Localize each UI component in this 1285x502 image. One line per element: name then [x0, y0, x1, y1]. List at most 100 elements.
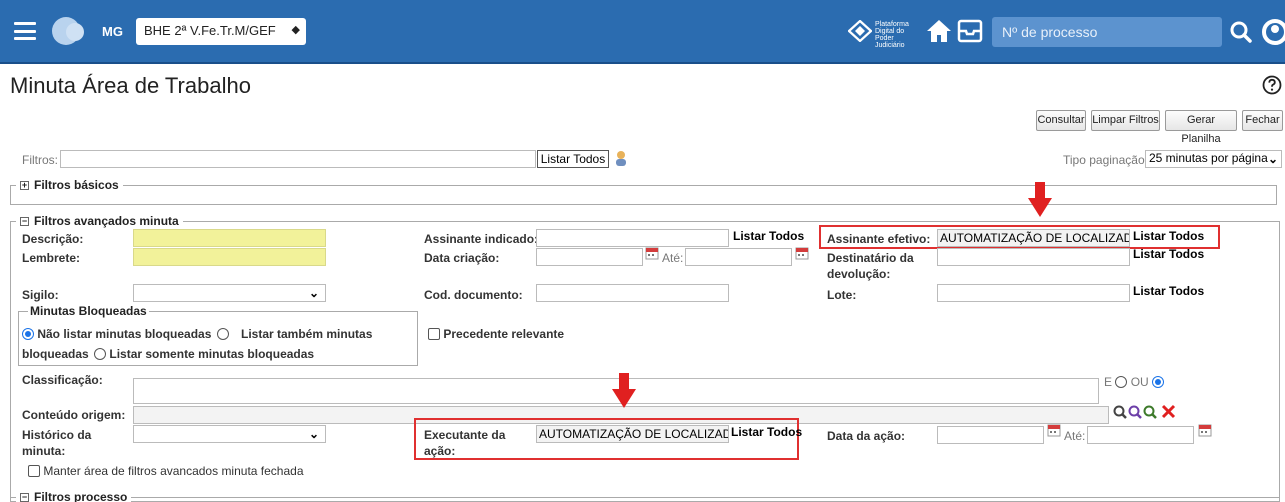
filtros-processo-legend[interactable]: − Filtros processo: [16, 490, 132, 502]
classificacao-label: Classificação:: [22, 373, 103, 387]
user-icon[interactable]: [1260, 17, 1285, 47]
chevron-down-icon: ⌄: [1267, 152, 1278, 166]
classificacao-operator: E OU: [1104, 375, 1165, 389]
radio-listar-tambem-label-2: bloqueadas: [22, 347, 89, 361]
logo-line-3: Poder Judiciário: [875, 35, 905, 49]
uf-label: MG: [102, 24, 123, 39]
search-icon[interactable]: [1226, 17, 1256, 47]
radio-listar-somente[interactable]: [94, 348, 107, 360]
limpar-filtros-button[interactable]: Limpar Filtros: [1091, 110, 1160, 131]
filtros-basicos-label: Filtros básicos: [34, 178, 119, 192]
menu-icon[interactable]: [14, 22, 36, 40]
search-plus-icon: [1143, 405, 1157, 419]
conteudo-origem-actions: [1113, 404, 1176, 419]
filtros-processo-label: Filtros processo: [34, 490, 128, 502]
lote-listar-todos[interactable]: Listar Todos: [1133, 284, 1204, 298]
chevron-down-icon: ⌄: [308, 427, 319, 441]
assinante-indicado-listar-todos[interactable]: Listar Todos: [733, 229, 804, 243]
data-criacao-inicio-input[interactable]: [536, 248, 643, 266]
collapse-icon: −: [20, 492, 29, 502]
radio-listar-somente-label: Listar somente minutas bloqueadas: [109, 347, 315, 361]
inbox-icon[interactable]: [957, 18, 983, 44]
cod-documento-input[interactable]: [536, 284, 729, 302]
radio-operator-e[interactable]: [1115, 376, 1128, 388]
data-criacao-ate-label: Até:: [662, 251, 684, 265]
sigilo-label: Sigilo:: [22, 288, 59, 302]
filtros-input[interactable]: [60, 150, 536, 168]
avatar-icon[interactable]: [52, 17, 84, 45]
filtros-basicos-legend[interactable]: + Filtros básicos: [16, 178, 123, 192]
manter-row: Manter área de filtros avancados minuta …: [28, 464, 304, 478]
search-icon: [1113, 405, 1127, 419]
filtros-listar-todos-button[interactable]: Listar Todos: [537, 150, 609, 168]
historico-label: Histórico da minuta:: [22, 428, 92, 458]
operator-ou-label: OU: [1130, 375, 1149, 389]
filtros-avancados-label: Filtros avançados minuta: [34, 214, 179, 228]
radio-operator-ou[interactable]: [1152, 376, 1165, 388]
calendar-icon[interactable]: [795, 246, 809, 260]
radio-row-2: bloqueadas Listar somente minutas bloque…: [22, 346, 314, 362]
assinante-efetivo-label: Assinante efetivo:: [827, 232, 931, 246]
pdpj-logo-icon: [848, 20, 872, 42]
manter-label: Manter área de filtros avancados minuta …: [43, 464, 304, 478]
calendar-icon[interactable]: [1047, 423, 1061, 437]
process-search-input[interactable]: Nº de processo: [992, 17, 1222, 47]
home-icon[interactable]: [926, 18, 952, 44]
destinatario-listar-todos[interactable]: Listar Todos: [1133, 247, 1204, 261]
assinante-efetivo-input[interactable]: AUTOMATIZAÇÃO DE LOCALIZADC: [937, 229, 1130, 247]
executante-listar-todos[interactable]: Listar Todos: [731, 425, 802, 439]
destinatario-label: Destinatário da devolução:: [827, 251, 914, 281]
person-search-icon[interactable]: [614, 150, 628, 167]
red-arrow-down-icon: [612, 373, 636, 408]
executante-input[interactable]: AUTOMATIZAÇÃO DE LOCALIZADC: [536, 425, 729, 443]
data-acao-inicio-input[interactable]: [937, 426, 1044, 444]
minutas-bloqueadas-legend: Minutas Bloqueadas: [28, 304, 149, 318]
operator-e-label: E: [1104, 375, 1113, 389]
lote-input[interactable]: [937, 284, 1130, 302]
sigilo-select[interactable]: ⌄: [133, 284, 326, 302]
logo-line-1: Plataforma: [875, 21, 909, 28]
radio-nao-listar[interactable]: [22, 328, 34, 340]
consultar-button[interactable]: Consultar: [1036, 110, 1086, 131]
radio-listar-tambem[interactable]: [216, 328, 229, 340]
manter-checkbox[interactable]: [28, 465, 40, 477]
historico-select[interactable]: ⌄: [133, 425, 326, 443]
top-navigation-bar: MG BHE 2ª V.Fe.Tr.M/GEF ◆ Plataforma Dig…: [0, 0, 1285, 64]
precedente-checkbox[interactable]: [428, 328, 440, 340]
lote-label: Lote:: [827, 288, 857, 302]
select-arrows-icon: ◆: [291, 24, 300, 36]
calendar-icon[interactable]: [1198, 423, 1212, 437]
fechar-button[interactable]: Fechar: [1242, 110, 1283, 131]
chevron-down-icon: ⌄: [308, 286, 319, 300]
assinante-indicado-input[interactable]: [536, 229, 729, 247]
filtros-avancados-legend[interactable]: − Filtros avançados minuta: [16, 214, 183, 228]
red-arrow-down-icon: [1028, 182, 1052, 217]
lembrete-input[interactable]: [133, 248, 326, 266]
assinante-indicado-label: Assinante indicado:: [424, 232, 539, 246]
expand-icon: +: [20, 180, 29, 190]
data-criacao-fim-input[interactable]: [685, 248, 792, 266]
destinatario-input[interactable]: [937, 248, 1130, 266]
precedente-row: Precedente relevante: [428, 326, 564, 342]
calendar-icon[interactable]: [645, 246, 659, 260]
radio-row-1: Não listar minutas bloqueadas: [22, 326, 229, 342]
filtros-processo-fieldset: [10, 497, 1280, 498]
conteudo-origem-label: Conteúdo origem:: [22, 408, 126, 422]
descricao-input[interactable]: [133, 229, 326, 247]
collapse-icon: −: [20, 216, 29, 226]
filtros-basicos-fieldset: [10, 185, 1277, 205]
gerar-planilha-button[interactable]: Gerar Planilha: [1165, 110, 1237, 145]
assinante-efetivo-listar-todos[interactable]: Listar Todos: [1133, 229, 1204, 243]
orgao-select[interactable]: BHE 2ª V.Fe.Tr.M/GEF ◆: [136, 18, 306, 45]
pdpj-logo-text: Plataforma Digital do Poder Judiciário: [875, 21, 925, 49]
radio-nao-listar-label: Não listar minutas bloqueadas: [37, 327, 212, 341]
data-acao-fim-input[interactable]: [1087, 426, 1194, 444]
cod-documento-label: Cod. documento:: [424, 288, 523, 302]
page-title: Minuta Área de Trabalho: [10, 73, 251, 98]
lembrete-label: Lembrete:: [22, 251, 81, 265]
help-icon[interactable]: [1262, 75, 1282, 95]
tipo-paginacao-select[interactable]: 25 minutas por página ⌄: [1145, 150, 1282, 168]
data-acao-label: Data da ação:: [827, 429, 906, 443]
clear-x-icon: [1161, 404, 1176, 419]
logo-line-2: Digital do: [875, 28, 905, 35]
